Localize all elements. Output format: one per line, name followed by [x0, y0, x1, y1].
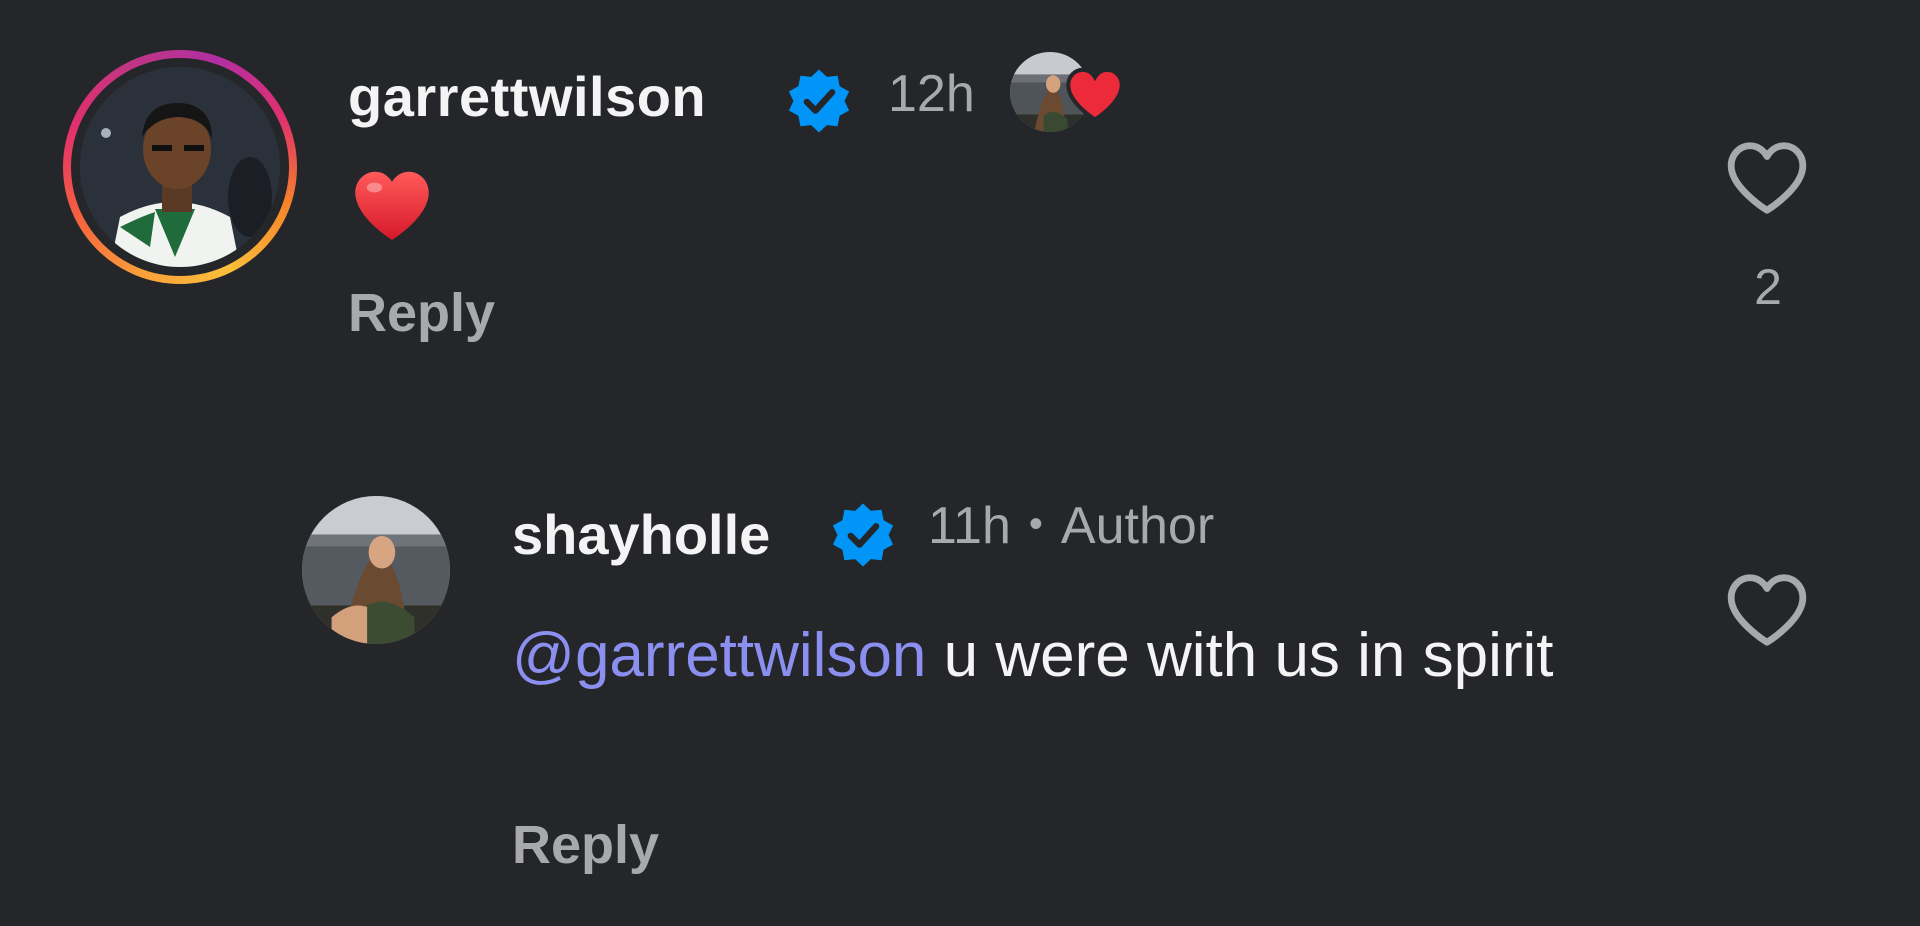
avatar-photo-woman: [302, 496, 450, 644]
like-count: 2: [1754, 259, 1782, 315]
mention-link[interactable]: @garrettwilson: [512, 621, 926, 690]
comment-garrettwilson: garrettwilson 12h Reply 2: [0, 0, 1920, 420]
avatar: [80, 67, 280, 267]
reply-button[interactable]: Reply: [348, 282, 495, 344]
liked-by-author-badge: [1008, 50, 1136, 134]
comment-shayholle: shayholle 11h • Author @garrettwilson u we…: [0, 440, 1920, 926]
comments-thread: garrettwilson 12h Reply 2 shayholle 11h …: [0, 0, 1920, 926]
avatar[interactable]: [302, 496, 450, 644]
like-heart-icon[interactable]: [1724, 138, 1810, 218]
avatar-story-ring[interactable]: [63, 50, 297, 284]
comment-username[interactable]: shayholle: [512, 502, 770, 567]
comment-timestamp: 11h: [928, 497, 1011, 555]
comment-text: @garrettwilson u were with us in spirit: [512, 614, 1612, 698]
comment-body: u were with us in spirit: [926, 621, 1554, 690]
red-heart-icon: [1066, 67, 1124, 122]
author-label: Author: [1060, 497, 1215, 555]
verified-badge-icon: [828, 500, 898, 570]
comment-username[interactable]: garrettwilson: [348, 64, 706, 129]
comment-meta: 11h • Author: [928, 496, 1214, 556]
avatar-photo-man: [80, 67, 280, 267]
comment-timestamp: 12h: [888, 65, 975, 123]
meta-separator: •: [1028, 502, 1043, 546]
verified-badge-icon: [784, 66, 854, 136]
like-heart-icon[interactable]: [1724, 570, 1810, 650]
heart-emoji-icon: [355, 171, 429, 240]
reply-button[interactable]: Reply: [512, 814, 659, 876]
